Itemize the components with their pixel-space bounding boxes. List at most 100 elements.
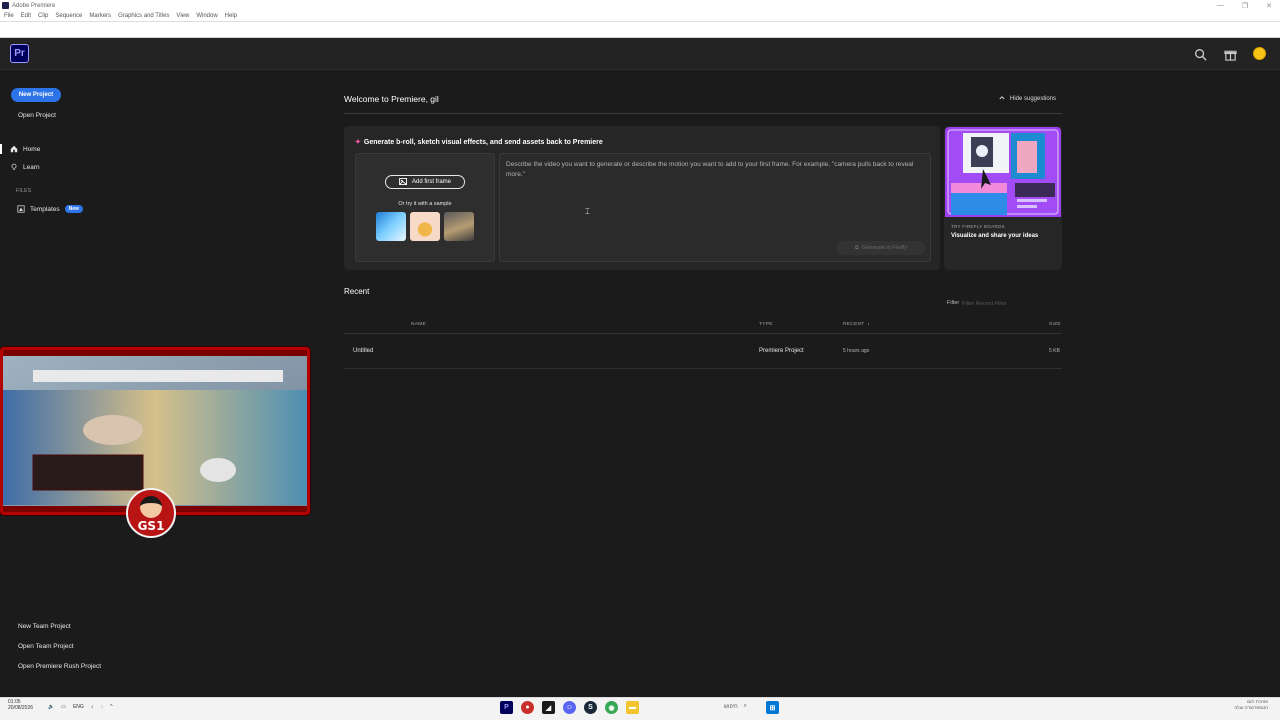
- column-name[interactable]: NAME: [411, 322, 426, 327]
- table-row[interactable]: [344, 342, 1062, 362]
- channel-logo-text: GS1: [137, 519, 165, 533]
- external-link-icon: ⧉: [854, 244, 859, 251]
- network-icon[interactable]: ▭: [61, 704, 66, 710]
- sample-thumbnail-wave[interactable]: [376, 212, 406, 241]
- sample-thumbnail-pancakes[interactable]: [410, 212, 440, 241]
- menu-window[interactable]: Window: [196, 13, 217, 19]
- chrome-taskbar-icon[interactable]: ◉: [605, 701, 618, 714]
- taskbar-search[interactable]: חיפוש ⌕: [724, 703, 747, 710]
- bulb-icon: [10, 163, 18, 171]
- sidebar-item-templates[interactable]: Templates New: [17, 205, 83, 213]
- premiere-taskbar-icon[interactable]: P: [500, 701, 513, 714]
- file-recent: 5 hours ago: [843, 348, 870, 354]
- volume-icon[interactable]: 🔈: [48, 704, 54, 710]
- menu-markers[interactable]: Markers: [89, 13, 111, 19]
- premiere-app-icon: [2, 2, 9, 9]
- menu-graphics-and-titles[interactable]: Graphics and Titles: [118, 13, 169, 19]
- chevron-up-icon: [999, 95, 1005, 102]
- minimize-button[interactable]: —: [1217, 2, 1224, 9]
- menu-bar: File Edit Clip Sequence Markers Graphics…: [0, 11, 1280, 22]
- capcut-taskbar-icon[interactable]: ◢: [542, 701, 555, 714]
- sort-down-icon: ↓: [867, 322, 871, 327]
- toolbar-strip: [0, 22, 1280, 38]
- generate-in-firefly-label: Generate in Firefly: [861, 245, 908, 251]
- channel-logo: GS1: [126, 488, 176, 538]
- divider: [344, 333, 1062, 334]
- generate-title: Generate b-roll, sketch visual effects, …: [363, 138, 603, 146]
- steam-taskbar-icon[interactable]: S: [584, 701, 597, 714]
- menu-edit[interactable]: Edit: [21, 13, 31, 19]
- filter-recent-input[interactable]: [962, 298, 1062, 309]
- templates-icon: [17, 205, 25, 213]
- page-title: Welcome to Premiere, gil: [344, 94, 439, 104]
- files-section-label: FILES: [16, 188, 32, 194]
- file-size: 5 KB: [1049, 348, 1060, 354]
- new-project-button[interactable]: New Project: [11, 88, 61, 102]
- prompt-placeholder: Describe the video you want to generate …: [506, 161, 914, 178]
- menu-file[interactable]: File: [4, 13, 14, 19]
- add-first-frame-button[interactable]: Add first frame: [385, 175, 465, 189]
- menu-view[interactable]: View: [176, 13, 189, 19]
- try-sample-label: Or try it with a sample: [398, 201, 452, 207]
- sidebar-item-label: Learn: [23, 163, 40, 171]
- sidebar-item-learn[interactable]: Learn: [10, 163, 40, 171]
- first-frame-box: [355, 153, 495, 262]
- add-first-frame-label: Add first frame: [411, 179, 451, 185]
- menu-clip[interactable]: Clip: [38, 13, 48, 19]
- text-cursor-icon: ⌶: [585, 207, 590, 216]
- taskbar-apps: P ● ◢ ☺ S ◉ ▬: [500, 701, 639, 714]
- sidebar-item-label: Templates: [30, 205, 60, 213]
- divider: [344, 113, 1062, 114]
- home-icon: [10, 145, 18, 153]
- notification-area[interactable]: אזהרת חום הטמפרטורה עולה: [1235, 699, 1268, 711]
- notification-line-2: הטמפרטורה עולה: [1234, 705, 1268, 710]
- boards-kicker: TRY FIREFLY BOARDS: [951, 224, 1005, 229]
- avatar[interactable]: [1253, 47, 1266, 60]
- column-type[interactable]: TYPE: [759, 322, 773, 327]
- windows-start-icon[interactable]: ⊞: [766, 701, 779, 714]
- mascot-face: [140, 496, 162, 518]
- chevron-up-icon[interactable]: ^: [110, 704, 112, 710]
- new-badge: New: [64, 205, 83, 213]
- generate-in-firefly-button[interactable]: ⧉ Generate in Firefly: [837, 241, 925, 255]
- open-project-link[interactable]: Open Project: [18, 112, 56, 119]
- column-size[interactable]: SIZE: [1049, 322, 1061, 327]
- column-recent-label: RECENT: [843, 322, 865, 327]
- open-rush-project-link[interactable]: Open Premiere Rush Project: [18, 663, 101, 670]
- window-title: Adobe Premiere: [12, 2, 56, 9]
- new-team-project-link[interactable]: New Team Project: [18, 623, 71, 630]
- wifi-icon[interactable]: ◌: [100, 704, 103, 710]
- search-icon: ⌕: [743, 703, 747, 709]
- firefly-boards-thumbnail[interactable]: [945, 127, 1061, 217]
- clock-date: 20/08/2026: [8, 705, 34, 711]
- close-button[interactable]: ✕: [1266, 2, 1272, 10]
- window-title-bar: Adobe Premiere: [0, 0, 1280, 11]
- system-clock[interactable]: 01:05 20/08/2026: [8, 699, 33, 711]
- discord-taskbar-icon[interactable]: ☺: [563, 701, 576, 714]
- hide-suggestions-label: Hide suggestions: [1010, 95, 1057, 102]
- search-icon[interactable]: [1192, 46, 1208, 62]
- gift-icon[interactable]: [1222, 46, 1238, 62]
- open-team-project-link[interactable]: Open Team Project: [18, 643, 74, 650]
- sidebar-item-label: Home: [23, 145, 41, 153]
- sample-thumbnail-car[interactable]: [444, 212, 474, 241]
- add-image-icon: [399, 177, 408, 187]
- app-taskbar-icon[interactable]: ●: [521, 701, 534, 714]
- divider: [344, 368, 1062, 369]
- hide-suggestions-button[interactable]: Hide suggestions: [999, 95, 1056, 102]
- recent-heading: Recent: [344, 287, 370, 296]
- sidebar-item-home[interactable]: Home: [0, 144, 41, 154]
- explorer-taskbar-icon[interactable]: ▬: [626, 701, 639, 714]
- column-recent[interactable]: RECENT ↓: [843, 322, 870, 327]
- taskbar-search-label: חיפוש: [724, 703, 738, 710]
- sparkle-icon: ✦: [355, 139, 361, 146]
- system-tray: 🔈 ▭ ENG ♪ ◌ ^: [48, 704, 113, 710]
- language-indicator[interactable]: ENG: [73, 704, 84, 710]
- app-header: Pr: [0, 38, 1280, 70]
- maximize-button[interactable]: ❐: [1242, 2, 1248, 10]
- file-name[interactable]: Untitled: [353, 348, 373, 354]
- generate-heading: ✦ Generate b-roll, sketch visual effects…: [355, 138, 603, 147]
- mic-icon[interactable]: ♪: [91, 704, 94, 710]
- menu-sequence[interactable]: Sequence: [55, 13, 82, 19]
- menu-help[interactable]: Help: [225, 13, 237, 19]
